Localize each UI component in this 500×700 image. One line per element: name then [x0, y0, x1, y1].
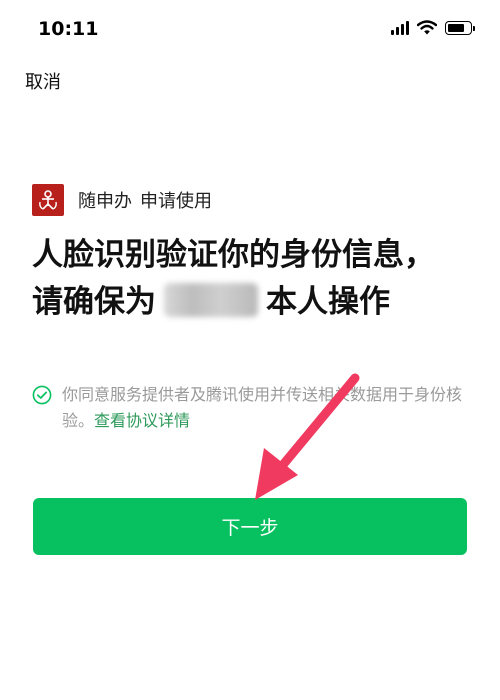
- view-agreement-link[interactable]: 查看协议详情: [94, 411, 190, 430]
- agreement-row: 你同意服务提供者及腾讯使用并传送相关数据用于身份核验。查看协议详情: [32, 382, 472, 434]
- signal-icon: [391, 20, 409, 35]
- masked-name-redaction: [164, 283, 258, 317]
- next-step-button[interactable]: 下一步: [33, 498, 467, 555]
- battery-icon: [445, 20, 475, 35]
- title-line-2-prefix: 请确保为: [32, 284, 156, 320]
- title-line-2-suffix: 本人操作: [266, 284, 390, 320]
- app-info-row: 随申办 申请使用: [32, 184, 212, 216]
- wifi-icon: [417, 20, 437, 35]
- status-bar: 10:11: [0, 0, 500, 60]
- app-name: 随申办: [78, 191, 132, 212]
- page-title: 人脸识别验证你的身份信息， 请确保为 本人操作: [32, 232, 472, 326]
- status-time: 10:11: [38, 18, 99, 40]
- app-action-text: 申请使用: [140, 191, 212, 212]
- title-line-2: 请确保为 本人操作: [32, 279, 472, 326]
- agreement-text: 你同意服务提供者及腾讯使用并传送相关数据用于身份核验。查看协议详情: [62, 382, 472, 434]
- face-verification-screen: 10:11 取消 随申办 申请使用 人脸识别验证你的身份信息， 请确保为 本人操…: [0, 0, 500, 700]
- red-annotation-arrow: [255, 373, 360, 500]
- app-logo-icon: [32, 184, 64, 216]
- check-circle-icon[interactable]: [32, 385, 52, 405]
- title-line-1: 人脸识别验证你的身份信息，: [32, 237, 435, 273]
- status-icons: [391, 20, 475, 35]
- cancel-button[interactable]: 取消: [25, 68, 61, 94]
